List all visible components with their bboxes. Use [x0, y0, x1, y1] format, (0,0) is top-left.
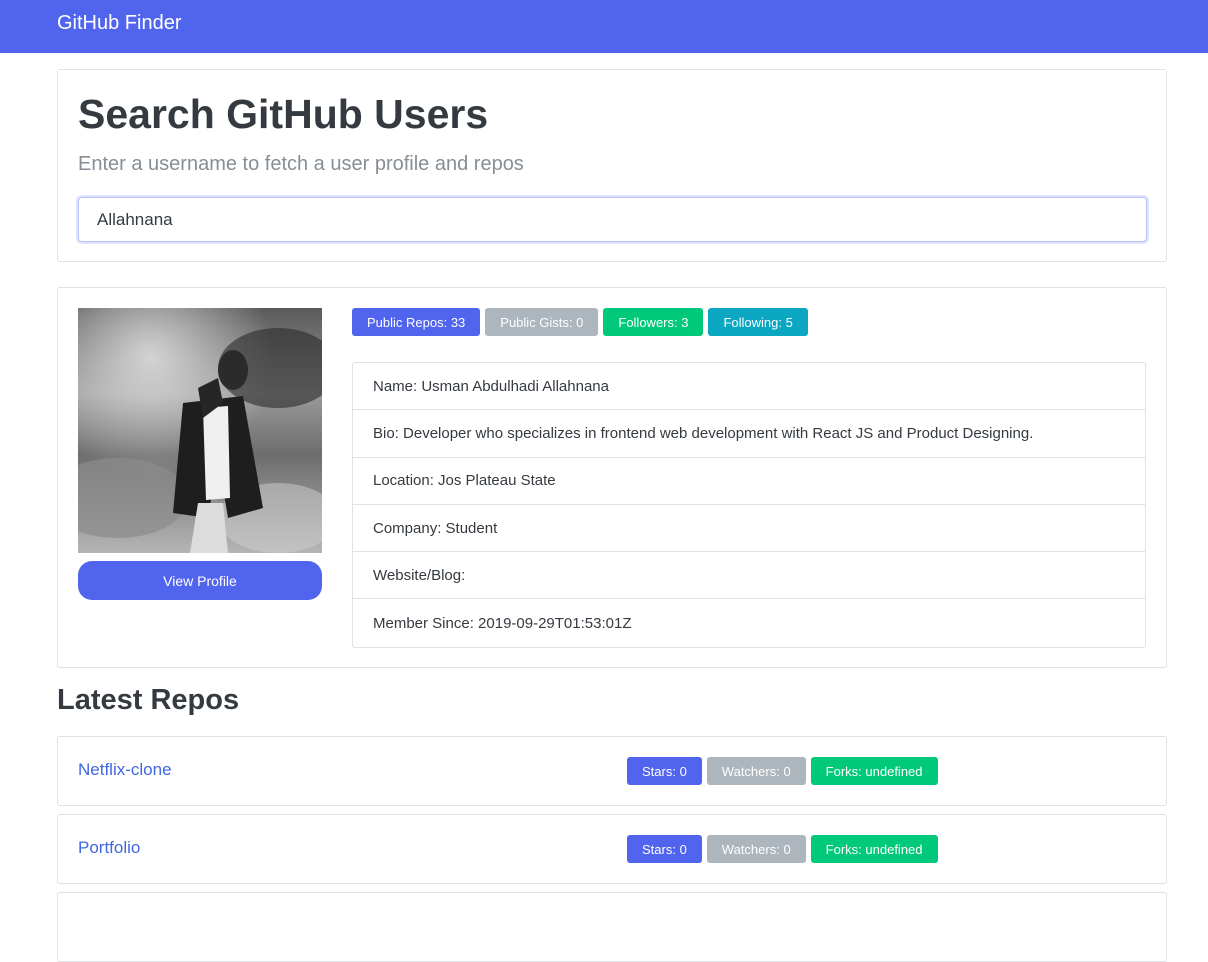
- repo-link[interactable]: Netflix-clone: [78, 760, 172, 780]
- profile-stats: Public Repos: 33 Public Gists: 0 Followe…: [352, 308, 808, 336]
- stars-badge: Stars: 0: [627, 835, 702, 863]
- profile-info-list: Name: Usman Abdulhadi Allahnana Bio: Dev…: [352, 362, 1146, 648]
- profile-company: Company: Student: [353, 505, 1145, 553]
- watchers-badge: Watchers: 0: [706, 757, 806, 785]
- public-gists-badge: Public Gists: 0: [485, 308, 599, 336]
- brand-link[interactable]: GitHub Finder: [57, 12, 182, 35]
- forks-badge: Forks: undefined: [810, 835, 938, 863]
- view-profile-button[interactable]: View Profile: [78, 561, 322, 600]
- search-card: Search GitHub Users Enter a username to …: [57, 69, 1167, 262]
- profile-name: Name: Usman Abdulhadi Allahnana: [353, 363, 1145, 411]
- profile-website: Website/Blog:: [353, 552, 1145, 600]
- profile-card: View Profile Public Repos: 33 Public Gis…: [57, 287, 1167, 668]
- repo-stats: Stars: 0 Watchers: 0 Forks: undefined: [627, 757, 938, 785]
- avatar-image: [78, 308, 322, 553]
- avatar: [78, 308, 322, 553]
- repo-card: Portfolio Stars: 0 Watchers: 0 Forks: un…: [57, 814, 1167, 884]
- profile-location: Location: Jos Plateau State: [353, 458, 1145, 505]
- repo-link[interactable]: Portfolio: [78, 838, 140, 858]
- repo-stats: Stars: 0 Watchers: 0 Forks: undefined: [627, 835, 938, 863]
- public-repos-badge: Public Repos: 33: [352, 308, 481, 336]
- search-subtitle: Enter a username to fetch a user profile…: [78, 153, 524, 175]
- repo-card: Netflix-clone Stars: 0 Watchers: 0 Forks…: [57, 736, 1167, 806]
- navbar: GitHub Finder: [0, 0, 1208, 53]
- followers-badge: Followers: 3: [603, 308, 704, 336]
- page-title: Search GitHub Users: [78, 91, 489, 137]
- watchers-badge: Watchers: 0: [706, 835, 806, 863]
- profile-bio: Bio: Developer who specializes in fronte…: [353, 410, 1145, 458]
- forks-badge: Forks: undefined: [810, 757, 938, 785]
- latest-repos-heading: Latest Repos: [57, 684, 240, 716]
- username-search-input[interactable]: [78, 197, 1147, 242]
- stars-badge: Stars: 0: [627, 757, 702, 785]
- profile-member-since: Member Since: 2019-09-29T01:53:01Z: [373, 614, 632, 632]
- repo-card: [57, 892, 1167, 962]
- following-badge: Following: 5: [708, 308, 808, 336]
